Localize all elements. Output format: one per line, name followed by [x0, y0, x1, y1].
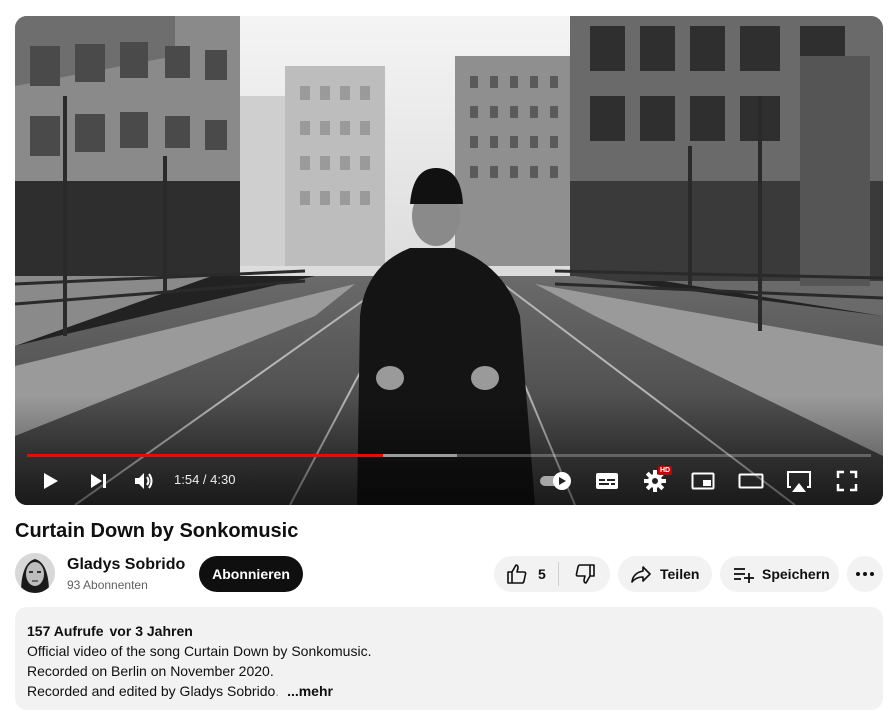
- thumbs-down-icon: [575, 564, 595, 584]
- duration: 4:30: [210, 472, 236, 487]
- save-button[interactable]: Speichern: [720, 556, 839, 592]
- current-time: 1:54: [174, 472, 200, 487]
- volume-icon: [135, 473, 153, 489]
- settings-button[interactable]: HD: [642, 466, 673, 494]
- video-title: Curtain Down by Sonkomusic: [15, 520, 299, 542]
- upload-age: vor 3 Jahren: [109, 623, 193, 639]
- next-button[interactable]: [85, 468, 111, 494]
- description-box[interactable]: 157 Aufrufe vor 3 Jahren Official video o…: [15, 607, 883, 710]
- description-line-last: Recorded and edited by Gladys Sobrido. .…: [27, 681, 871, 701]
- hd-badge: HD: [658, 466, 673, 475]
- play-button[interactable]: [37, 468, 63, 494]
- cast-button[interactable]: [784, 468, 814, 496]
- volume-button[interactable]: [131, 468, 157, 494]
- like-button[interactable]: 5: [494, 556, 558, 592]
- share-icon: [631, 566, 651, 583]
- miniplayer-button[interactable]: [689, 468, 717, 494]
- thumbs-up-icon: [507, 564, 527, 584]
- like-dislike-group: 5: [494, 556, 610, 592]
- avatar[interactable]: [15, 553, 55, 593]
- autoplay-toggle-icon: [540, 472, 571, 490]
- play-icon: [44, 473, 58, 489]
- view-count: 157 Aufrufe: [27, 623, 104, 639]
- theater-mode-button[interactable]: [737, 468, 765, 494]
- subtitles-icon: [596, 473, 618, 489]
- dislike-button[interactable]: [559, 556, 610, 592]
- description-meta: 157 Aufrufe vor 3 Jahren: [27, 621, 871, 641]
- like-count: 5: [538, 566, 546, 582]
- more-actions-button[interactable]: [847, 556, 883, 592]
- fullscreen-button[interactable]: [833, 468, 861, 494]
- skip-next-icon: [91, 474, 106, 488]
- channel-avatar-image: [15, 553, 55, 593]
- show-more-link[interactable]: ...mehr: [287, 683, 333, 699]
- autoplay-toggle[interactable]: [537, 468, 575, 494]
- progress-played: [27, 454, 384, 457]
- time-separator: /: [199, 472, 211, 487]
- subscribe-button[interactable]: Abonnieren: [199, 556, 303, 592]
- description-line: Official video of the song Curtain Down …: [27, 643, 372, 659]
- description-line: Recorded and edited by Gladys Sobrido: [27, 683, 276, 699]
- channel-name[interactable]: Gladys Sobrido: [67, 556, 185, 574]
- more-horizontal-icon: [856, 572, 874, 576]
- save-label: Speichern: [762, 566, 830, 582]
- subscriber-count: 93 Abonnenten: [67, 578, 148, 592]
- video-player[interactable]: 1:54 / 4:30 HD: [15, 16, 883, 505]
- progress-bar[interactable]: [27, 454, 871, 457]
- subtitles-button[interactable]: [594, 468, 620, 494]
- miniplayer-icon: [691, 472, 715, 490]
- share-button[interactable]: Teilen: [618, 556, 712, 592]
- airplay-icon: [787, 471, 811, 492]
- theater-mode-icon: [738, 473, 764, 489]
- description-truncation: .: [275, 683, 280, 699]
- time-display: 1:54 / 4:30: [174, 472, 235, 487]
- add-to-playlist-icon: [734, 568, 754, 583]
- fullscreen-icon: [836, 470, 858, 492]
- description-line: Recorded on Berlin on November 2020.: [27, 663, 274, 679]
- share-label: Teilen: [660, 566, 700, 582]
